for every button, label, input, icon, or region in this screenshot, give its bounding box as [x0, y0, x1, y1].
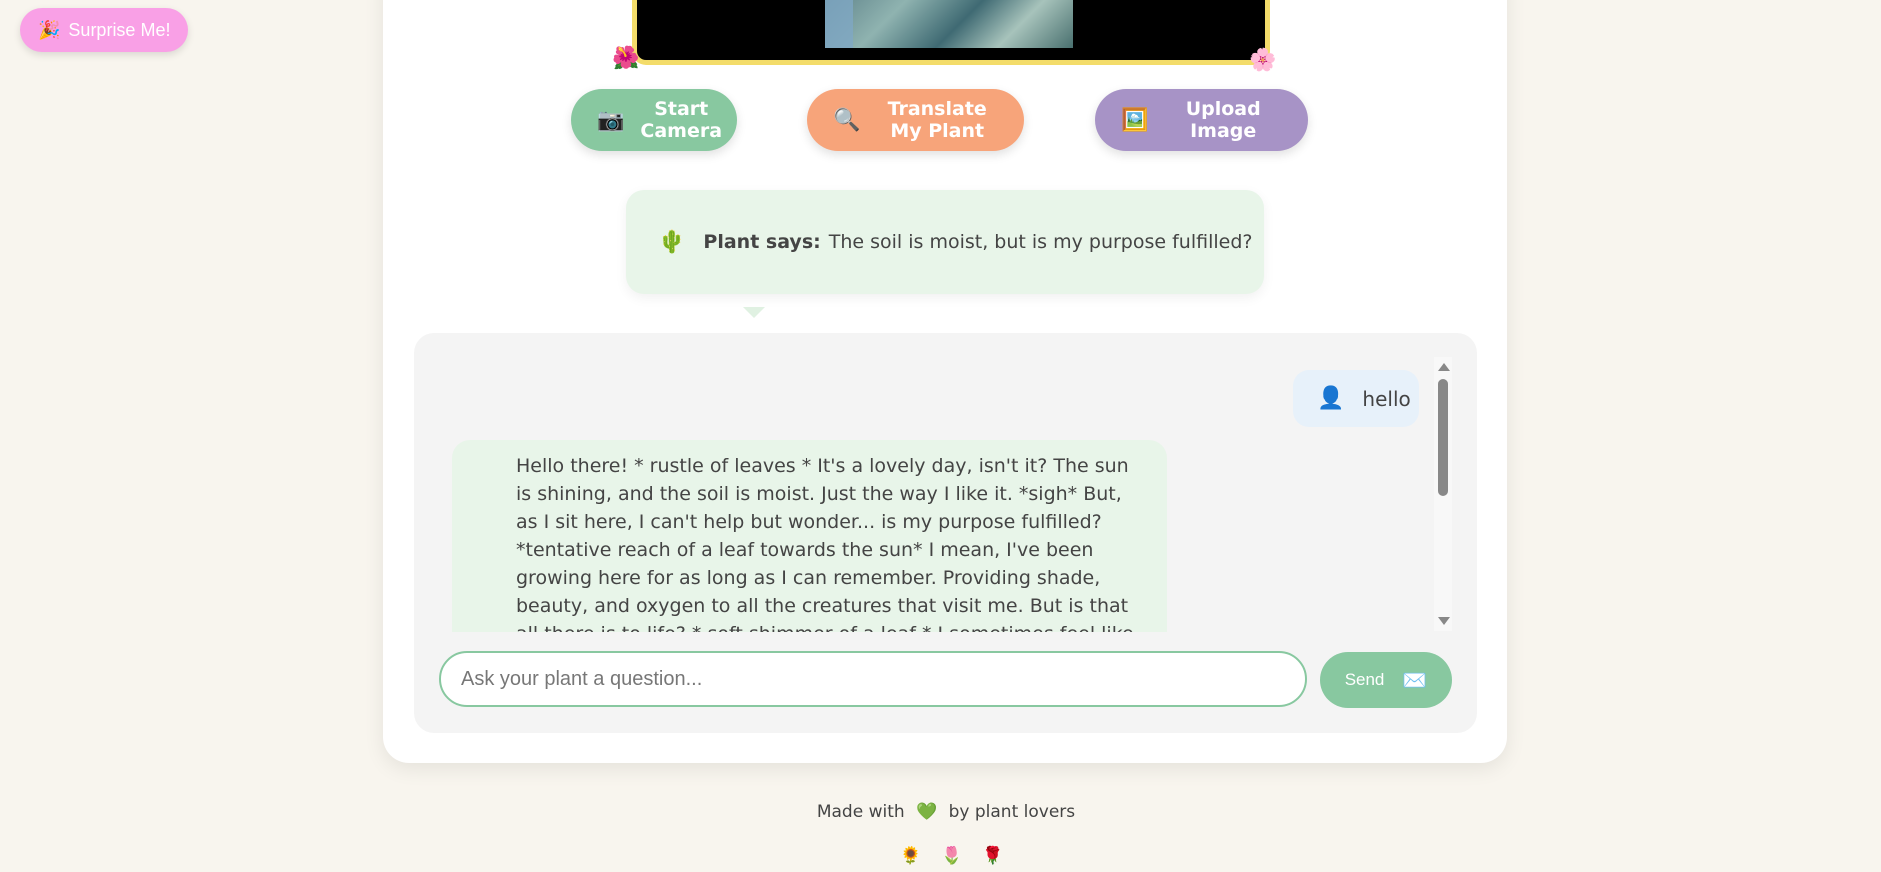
- plant-message: Hello there! * rustle of leaves * It's a…: [452, 440, 1167, 632]
- surprise-me-label: Surprise Me!: [68, 19, 171, 40]
- plant-says-prefix: Plant says:: [703, 231, 821, 253]
- scroll-down-arrow-icon[interactable]: [1438, 617, 1450, 625]
- footer-prefix: Made with: [816, 802, 905, 822]
- translate-plant-button[interactable]: 🔍 Translate My Plant: [807, 89, 1024, 151]
- upload-image-label: Upload Image: [1185, 98, 1261, 142]
- chat-scrollbar[interactable]: [1434, 357, 1452, 631]
- upload-image-button[interactable]: 🖼️ Upload Image: [1095, 89, 1308, 151]
- image-icon: 🖼️: [1121, 107, 1149, 133]
- plant-says-bubble: 🌵 Plant says: The soil is moist, but is …: [626, 190, 1264, 294]
- user-message: 👤 hello: [1293, 370, 1419, 427]
- plant-message-text: Hello there! * rustle of leaves * It's a…: [516, 455, 1134, 632]
- rose-icon: 🌹: [982, 846, 1004, 866]
- footer: Made with 💚 by plant lovers: [0, 802, 1881, 822]
- camera-preview: [632, 0, 1270, 65]
- start-camera-label: Start Camera: [640, 98, 723, 142]
- send-button[interactable]: Send ✉️: [1320, 652, 1452, 708]
- hibiscus-icon: 🌺: [612, 46, 640, 71]
- footer-suffix: by plant lovers: [948, 802, 1076, 822]
- sunflower-icon: 🌻: [900, 846, 922, 866]
- footer-flowers: 🌻 🌷 🌹: [900, 846, 1004, 866]
- plant-says-text: The soil is moist, but is my purpose ful…: [828, 231, 1253, 253]
- tulip-icon: 🌷: [941, 846, 963, 866]
- question-input[interactable]: [439, 651, 1307, 707]
- user-icon: 👤: [1317, 386, 1345, 411]
- scroll-thumb[interactable]: [1438, 379, 1448, 496]
- blossom-icon: 🌸: [1249, 48, 1277, 73]
- magnifier-icon: 🔍: [833, 107, 861, 133]
- surprise-me-button[interactable]: 🎉 Surprise Me!: [20, 8, 189, 52]
- cactus-icon: 🌵: [658, 229, 686, 255]
- chat-messages[interactable]: Hello there! * rustle of leaves * It's a…: [452, 440, 1167, 632]
- heart-icon: 💚: [916, 802, 938, 822]
- camera-icon: 📷: [597, 107, 625, 133]
- scroll-up-arrow-icon[interactable]: [1438, 363, 1450, 371]
- speech-bubble-tail: [743, 307, 765, 318]
- envelope-icon: ✉️: [1402, 669, 1428, 692]
- send-label: Send: [1344, 670, 1385, 689]
- user-message-text: hello: [1362, 386, 1411, 411]
- plant-photo: [825, 0, 1073, 48]
- translate-plant-label: Translate My Plant: [887, 98, 987, 142]
- start-camera-button[interactable]: 📷 Start Camera: [571, 89, 737, 151]
- party-icon: 🎉: [38, 19, 61, 40]
